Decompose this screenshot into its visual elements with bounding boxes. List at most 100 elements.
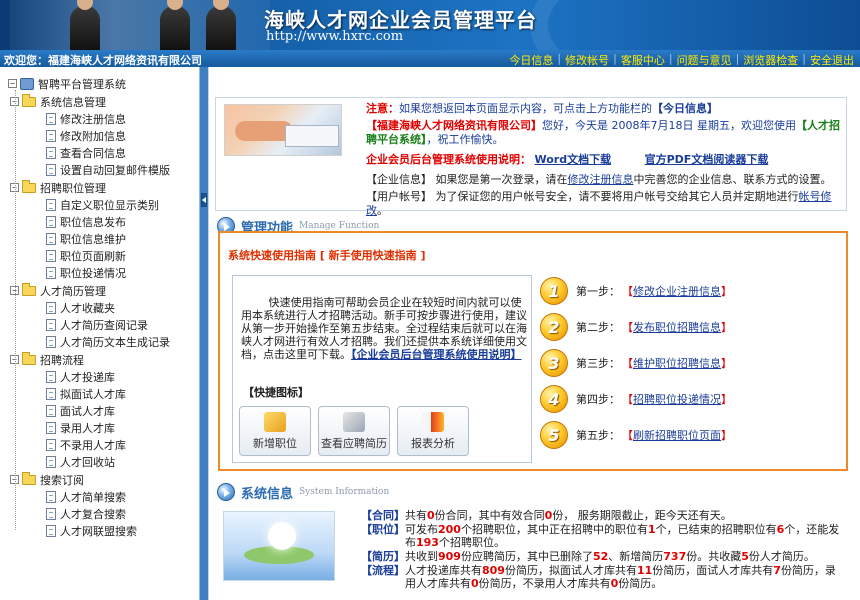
banner-decoration — [530, 0, 860, 50]
manual-download-link[interactable]: 【企业会员后台管理系统使用说明】 — [351, 348, 522, 361]
step-link-edit-registration[interactable]: 修改企业注册信息 — [633, 283, 721, 299]
folder-icon — [22, 93, 36, 107]
process-tag: 【流程】 — [361, 564, 405, 577]
page-icon — [46, 249, 56, 262]
sidebar-item-label: 职位信息维护 — [60, 232, 126, 246]
step-link-application-status[interactable]: 招聘职位投递情况 — [633, 391, 721, 407]
sidebar-item[interactable]: 人才网联盟搜索 — [8, 522, 199, 539]
company-name: 【福建海峡人才网络资讯有限公司】 — [366, 119, 542, 132]
page-icon — [46, 318, 56, 331]
folder-icon — [22, 179, 36, 193]
sidebar-item[interactable]: 录用人才库 — [8, 419, 199, 436]
sidebar-item[interactable]: 自定义职位显示类别 — [8, 196, 199, 213]
nav-browser-check[interactable]: 浏览器检查 — [743, 52, 798, 68]
guide-steps: 1 第一步： 【修改企业注册信息】 2 第二步： 【发布职位招聘信息】 3 第三… — [540, 273, 840, 453]
collapse-sidebar-arrow-icon[interactable] — [201, 193, 207, 207]
step-label: 第三步： — [576, 357, 620, 370]
sidebar-group[interactable]: − 人才简历管理 — [8, 282, 199, 299]
text: 人才投递库共有 — [405, 564, 482, 577]
sidebar-item-label: 人才收藏夹 — [60, 301, 115, 315]
page-icon — [46, 438, 56, 451]
report-analysis-button[interactable]: 报表分析 — [397, 406, 469, 456]
text: 可发布 — [405, 523, 438, 536]
sidebar-item-label: 面试人才库 — [60, 404, 115, 418]
nav-customer-service[interactable]: 客服中心 — [621, 52, 665, 68]
sidebar-item-label: 人才简历文本生成记录 — [60, 335, 170, 349]
position-tag: 【职位】 — [361, 523, 405, 536]
sidebar-item[interactable]: 人才简单搜索 — [8, 488, 199, 505]
page-icon — [46, 129, 56, 142]
sidebar-group-label: 招聘职位管理 — [40, 181, 106, 195]
sidebar-item[interactable]: 不录用人才库 — [8, 436, 199, 453]
text: 份简历，不录用人才库共有 — [478, 577, 611, 590]
sidebar-item[interactable]: 拟面试人才库 — [8, 385, 199, 402]
today-info-link[interactable]: 【今日信息】 — [652, 102, 718, 115]
step-label: 第五步： — [576, 429, 620, 442]
add-position-button[interactable]: 新增职位 — [239, 406, 311, 456]
header-banner: 海峡人才网企业会员管理平台 http://www.hxrc.com — [0, 0, 860, 50]
folder-icon — [22, 282, 36, 296]
sidebar-item[interactable]: 人才回收站 — [8, 453, 199, 470]
resume-text: 共收到909份应聘简历，其中已删除了52、新增简历737份。共收藏5份人才简历。 — [405, 550, 845, 563]
sidebar-item[interactable]: 职位信息发布 — [8, 213, 199, 230]
quick-button-label: 报表分析 — [411, 437, 455, 450]
sidebar-item[interactable]: 查看合同信息 — [8, 144, 199, 161]
sidebar-group[interactable]: − 招聘流程 — [8, 351, 199, 368]
sidebar-item[interactable]: 人才投递库 — [8, 368, 199, 385]
frame-splitter[interactable] — [200, 67, 208, 600]
step-label: 第二步： — [576, 321, 620, 334]
sidebar-group[interactable]: − 搜索订阅 — [8, 471, 199, 488]
nav-logout[interactable]: 安全退出 — [810, 52, 854, 68]
sidebar-item[interactable]: 人才收藏夹 — [8, 299, 199, 316]
sidebar-item-label: 自定义职位显示类别 — [60, 198, 159, 212]
company-info-tag: 【企业信息】 — [366, 173, 432, 186]
report-chart-icon — [422, 412, 444, 432]
quick-button-label: 查看应聘简历 — [321, 437, 387, 450]
text: 份简历，拟面试人才库共有 — [504, 564, 637, 577]
nav-today-info[interactable]: 今日信息 — [509, 52, 553, 68]
page-icon — [46, 232, 56, 245]
flower-image — [268, 522, 296, 550]
nav-feedback[interactable]: 问题与意见 — [677, 52, 732, 68]
sidebar-item[interactable]: 面试人才库 — [8, 402, 199, 419]
tree-root[interactable]: − 智聘平台管理系统 — [8, 75, 199, 92]
sidebar-group[interactable]: − 系统信息管理 — [8, 93, 199, 110]
step-label: 第四步： — [576, 393, 620, 406]
quick-button-label: 新增职位 — [253, 437, 297, 450]
sidebar-group[interactable]: − 招聘职位管理 — [8, 179, 199, 196]
step-link-maintain-position[interactable]: 维护职位招聘信息 — [633, 355, 721, 371]
step-link-refresh-page[interactable]: 刷新招聘职位页面 — [633, 427, 721, 443]
sidebar-item[interactable]: 人才复合搜索 — [8, 505, 199, 522]
step-number-icon: 4 — [540, 385, 568, 413]
page-icon — [46, 370, 56, 383]
step-bracket: 【 — [622, 393, 633, 406]
page-icon — [46, 507, 56, 520]
sidebar-item[interactable]: 人才简历查阅记录 — [8, 316, 199, 333]
sidebar-item[interactable]: 设置自动回复邮件模版 — [8, 161, 199, 178]
sidebar-item[interactable]: 职位页面刷新 — [8, 247, 199, 264]
sidebar-item-label: 人才复合搜索 — [60, 507, 126, 521]
sidebar-item[interactable]: 职位投递情况 — [8, 264, 199, 281]
sysinfo-section-header: 系统信息 System Information — [217, 481, 389, 503]
step-number-icon: 5 — [540, 421, 568, 449]
collapse-toggle[interactable]: − — [8, 79, 17, 88]
site-url: http://www.hxrc.com — [266, 29, 404, 44]
system-info: 【合同】 共有0份合同，其中有效合同0份， 服务期限截止，距今天还有天。 【职位… — [361, 509, 845, 591]
sidebar-item[interactable]: 修改注册信息 — [8, 110, 199, 127]
sidebar-item[interactable]: 修改附加信息 — [8, 127, 199, 144]
pdf-reader-download-link[interactable]: 官方PDF文档阅读器下载 — [645, 153, 769, 166]
step-number-icon: 3 — [540, 349, 568, 377]
greeting-end: ，祝工作愉快。 — [426, 133, 504, 146]
step-bracket: 】 — [721, 321, 732, 334]
view-resumes-button[interactable]: 查看应聘简历 — [318, 406, 390, 456]
sidebar-item[interactable]: 人才简历文本生成记录 — [8, 333, 199, 350]
sidebar-item[interactable]: 职位信息维护 — [8, 230, 199, 247]
text: 个招聘职位。 — [438, 536, 505, 549]
contract-count: 0 — [427, 509, 435, 522]
step-link-publish-position[interactable]: 发布职位招聘信息 — [633, 319, 721, 335]
edit-registration-link[interactable]: 修改注册信息 — [568, 173, 634, 186]
text: 个招聘职位，其中正在招聘中的职位有 — [460, 523, 648, 536]
text: 、新增简历 — [608, 550, 664, 563]
nav-edit-account[interactable]: 修改帐号 — [565, 52, 609, 68]
word-download-link[interactable]: Word文档下载 — [535, 153, 612, 166]
